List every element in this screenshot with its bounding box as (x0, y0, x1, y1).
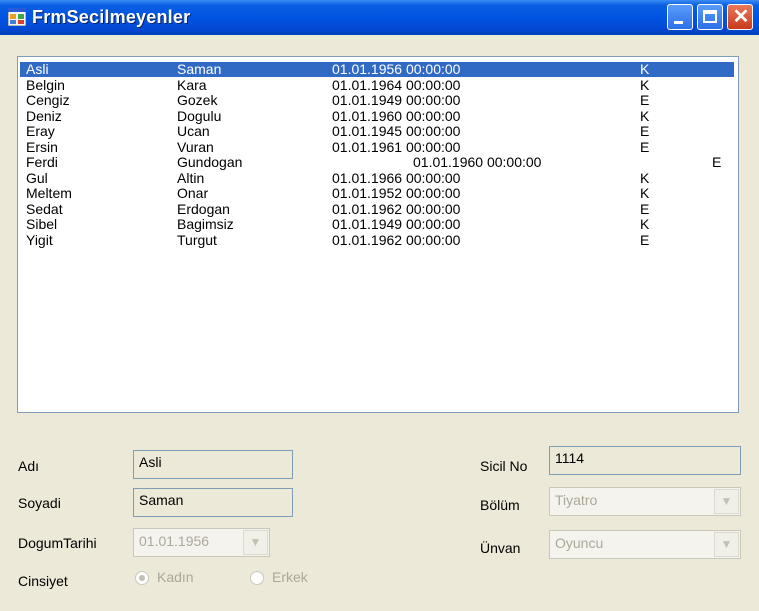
erkek-radio[interactable] (250, 571, 264, 585)
cell-dogumtarihi: 01.01.1962 00:00:00 (332, 231, 461, 248)
list-item[interactable]: Ersin Vuran 01.01.1961 00:00:00 E (20, 138, 734, 155)
records-listbox[interactable]: Asli Saman 01.01.1956 00:00:00 K Belgin Kara 0… (17, 56, 739, 413)
cell-soyadi: Ucan (177, 123, 210, 139)
list-item[interactable]: Sibel Bagimsiz 01.01.1949 00:00:00 K (20, 217, 734, 232)
chevron-down-icon[interactable]: ▼ (714, 489, 739, 514)
maximize-button[interactable] (697, 4, 723, 30)
cell-cinsiyet: K (640, 76, 650, 93)
cell-soyadi: Vuran (177, 138, 214, 155)
list-item[interactable]: Ferdi Gundogan 01.01.1960 00:00:00 E (20, 155, 734, 170)
chevron-down-icon[interactable]: ▼ (243, 530, 268, 555)
cell-adi: Sedat (26, 200, 63, 217)
cell-cinsiyet: K (640, 169, 650, 186)
cell-adi: Meltem (26, 185, 72, 201)
dogumtarihi-value: 01.01.1956 (139, 533, 210, 549)
bolum-value: Tiyatro (555, 492, 598, 508)
list-item[interactable]: Eray Ucan 01.01.1945 00:00:00 E (20, 124, 734, 139)
cinsiyet-label: Cinsiyet (18, 573, 68, 589)
list-item[interactable]: Gul Altin 01.01.1966 00:00:00 K (20, 169, 734, 186)
cell-soyadi: Onar (177, 185, 209, 201)
cell-dogumtarihi: 01.01.1949 00:00:00 (332, 92, 461, 108)
form-icon (8, 8, 26, 26)
list-item[interactable]: Sedat Erdogan 01.01.1962 00:00:00 E (20, 200, 734, 217)
bolum-combobox[interactable]: Tiyatro ▼ (549, 487, 741, 516)
cell-soyadi: Altin (177, 169, 205, 186)
dogumtarihi-label: DogumTarihi (18, 535, 97, 551)
cell-cinsiyet: K (640, 216, 650, 232)
adi-label: Adı (18, 458, 40, 474)
title-bar[interactable]: FrmSecilmeyenler ✕ (0, 0, 759, 35)
cell-cinsiyet: K (640, 107, 650, 124)
cell-cinsiyet: E (640, 231, 650, 248)
list-item[interactable]: Yigit Turgut 01.01.1962 00:00:00 E (20, 231, 734, 248)
list-item[interactable]: Belgin Kara 01.01.1964 00:00:00 K (20, 76, 734, 93)
minimize-icon (674, 21, 683, 24)
sicil-no-label: Sicil No (480, 458, 528, 474)
list-item[interactable]: Meltem Onar 01.01.1952 00:00:00 K (20, 186, 734, 201)
list-item[interactable]: Cengiz Gozek 01.01.1949 00:00:00 E (20, 93, 734, 108)
cell-dogumtarihi: 01.01.1956 00:00:00 (332, 61, 461, 77)
soyadi-label: Soyadi (18, 495, 61, 511)
cell-adi: Belgin (26, 76, 65, 93)
cell-soyadi: Saman (177, 61, 222, 77)
cell-soyadi: Gundogan (177, 154, 243, 170)
cell-cinsiyet: E (640, 123, 650, 139)
soyadi-textbox[interactable]: Saman (133, 488, 293, 517)
unvan-label: Ünvan (480, 540, 521, 556)
cell-cinsiyet: E (640, 92, 650, 108)
maximize-icon (703, 10, 717, 23)
cell-soyadi: Turgut (177, 231, 217, 248)
kadin-radio-label: Kadın (157, 569, 194, 585)
cell-adi: Cengiz (26, 92, 70, 108)
cell-adi: Deniz (26, 107, 62, 124)
cell-dogumtarihi: 01.01.1964 00:00:00 (332, 76, 461, 93)
cell-adi: Gul (26, 169, 48, 186)
cell-cinsiyet: K (640, 185, 650, 201)
chevron-down-icon[interactable]: ▼ (714, 532, 739, 557)
cell-cinsiyet: K (640, 61, 650, 77)
window-title: FrmSecilmeyenler (32, 7, 191, 27)
cell-cinsiyet: E (640, 138, 650, 155)
main-window: FrmSecilmeyenler ✕ Asli Saman 01.01.1956 0… (0, 0, 759, 611)
list-item[interactable]: Asli Saman 01.01.1956 00:00:00 K (20, 62, 734, 77)
unvan-combobox[interactable]: Oyuncu ▼ (549, 530, 741, 559)
cell-dogumtarihi: 01.01.1952 00:00:00 (332, 185, 461, 201)
cell-adi: Asli (26, 61, 49, 77)
cell-dogumtarihi: 01.01.1966 00:00:00 (332, 169, 461, 186)
cell-adi: Ersin (26, 138, 58, 155)
cell-dogumtarihi: 01.01.1961 00:00:00 (332, 138, 461, 155)
adi-textbox[interactable]: Asli (133, 450, 293, 479)
dogumtarihi-datepicker[interactable]: 01.01.1956 ▼ (133, 528, 270, 557)
cell-soyadi: Bagimsiz (177, 216, 234, 232)
bolum-label: Bölüm (480, 497, 520, 513)
cell-soyadi: Gozek (177, 92, 218, 108)
cell-soyadi: Dogulu (177, 107, 222, 124)
kadin-radio[interactable] (135, 571, 149, 585)
cell-cinsiyet: E (712, 154, 722, 170)
cell-dogumtarihi: 01.01.1949 00:00:00 (332, 216, 461, 232)
close-icon: ✕ (732, 6, 750, 28)
cell-adi: Eray (26, 123, 55, 139)
unvan-value: Oyuncu (555, 535, 604, 551)
close-button[interactable]: ✕ (727, 4, 753, 30)
cell-dogumtarihi: 01.01.1945 00:00:00 (332, 123, 461, 139)
sicil-no-textbox[interactable]: 1114 (549, 446, 741, 475)
cell-dogumtarihi: 01.01.1960 00:00:00 (332, 107, 461, 124)
cell-adi: Sibel (26, 216, 58, 232)
cell-soyadi: Kara (177, 76, 207, 93)
cell-dogumtarihi: 01.01.1962 00:00:00 (332, 200, 461, 217)
minimize-button[interactable] (667, 4, 693, 30)
cell-cinsiyet: E (640, 200, 650, 217)
cell-adi: Ferdi (26, 154, 58, 170)
erkek-radio-label: Erkek (272, 569, 308, 585)
cell-dogumtarihi: 01.01.1960 00:00:00 (413, 154, 542, 170)
list-item[interactable]: Deniz Dogulu 01.01.1960 00:00:00 K (20, 107, 734, 124)
cell-adi: Yigit (26, 231, 53, 248)
cell-soyadi: Erdogan (177, 200, 230, 217)
